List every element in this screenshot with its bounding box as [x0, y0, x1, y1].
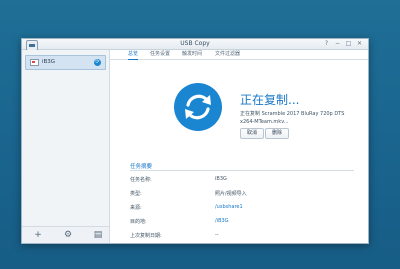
- status-title: 正在复制...: [240, 93, 300, 107]
- summary-label-type: 类型:: [130, 191, 142, 197]
- cancel-button[interactable]: 取消: [240, 128, 264, 139]
- tab-trigger-time[interactable]: 触发时间: [182, 50, 202, 59]
- minimize-button[interactable]: −: [333, 39, 342, 49]
- window-title: USB Copy: [180, 40, 210, 47]
- tab-task-settings[interactable]: 任务设置: [150, 50, 170, 59]
- sync-progress-icon: [174, 83, 222, 131]
- tab-overview[interactable]: 总览: [128, 50, 139, 60]
- task-sidebar: iB3G ⟳ + ⚙ ▤: [22, 50, 110, 243]
- close-button[interactable]: ✕: [355, 39, 364, 49]
- add-button[interactable]: +: [32, 229, 44, 241]
- summary-value-last-copy-date: --: [215, 232, 219, 238]
- sidebar-item-ib3g[interactable]: iB3G ⟳: [25, 55, 106, 70]
- usb-drive-icon: [30, 59, 39, 66]
- log-icon[interactable]: ▤: [92, 229, 104, 241]
- sidebar-toolbar: + ⚙ ▤: [22, 226, 109, 243]
- main-panel: 总览 任务设置 触发时间 文件过滤器 正在复制... 正在复制 Scramble…: [110, 50, 368, 243]
- summary-value-type: 照片/视频导入: [215, 191, 247, 197]
- summary-value-source[interactable]: /usbshare1: [215, 204, 243, 210]
- status-detail: 正在复制 Scramble 2017 BluRay 720p DTS x264-…: [240, 111, 345, 125]
- sidebar-item-label: iB3G: [42, 59, 56, 65]
- summary-label-destination: 目的地:: [130, 219, 147, 225]
- summary-label-last-copy-date: 上次复制日期:: [130, 233, 162, 239]
- help-button[interactable]: ?: [322, 39, 331, 49]
- usb-copy-window: USB Copy ? − □ ✕ iB3G ⟳ + ⚙ ▤ 总览 任务设置 触发…: [21, 38, 369, 244]
- section-divider: [130, 170, 354, 171]
- summary-value-task-name: iB3G: [215, 176, 227, 182]
- maximize-button[interactable]: □: [344, 39, 353, 49]
- summary-section-title: 任务摘要: [130, 164, 153, 170]
- summary-value-destination[interactable]: /iB3G: [215, 218, 229, 224]
- title-bar[interactable]: USB Copy ? − □ ✕: [22, 39, 368, 51]
- summary-label-source: 来源:: [130, 205, 142, 211]
- tab-file-filter[interactable]: 文件过滤器: [215, 50, 240, 59]
- sync-icon: ⟳: [94, 59, 101, 66]
- delete-button[interactable]: 删除: [265, 128, 289, 139]
- tab-bar: 总览 任务设置 触发时间 文件过滤器: [110, 50, 368, 60]
- gear-icon[interactable]: ⚙: [62, 229, 74, 241]
- summary-label-task-name: 任务名称:: [130, 177, 152, 183]
